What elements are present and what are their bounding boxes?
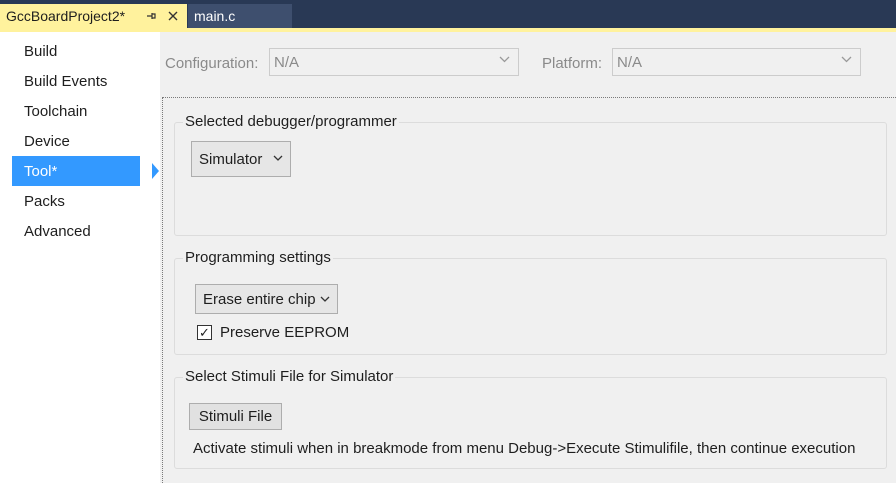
nav-item-tool[interactable]: Tool* [12,156,159,186]
nav-item-build[interactable]: Build [12,36,140,66]
nav-item-packs[interactable]: Packs [12,186,140,216]
stimuli-info-text: Activate stimuli when in breakmode from … [193,440,856,457]
preserve-eeprom-label[interactable]: Preserve EEPROM [220,324,349,341]
tab-label-project: GccBoardProject2* [6,8,126,24]
nav-item-label: Device [24,132,70,150]
programming-group-title: Programming settings [183,249,333,266]
chevron-down-icon [273,153,283,165]
platform-value: N/A [617,53,643,71]
chevron-down-icon [499,54,510,66]
erase-option-select[interactable]: Erase entire chip [195,284,338,314]
preserve-eeprom-checkbox[interactable]: ✓ [197,325,212,340]
nav-item-label: Build Events [24,72,108,90]
configuration-select: N/A [269,48,519,76]
tab-main-c[interactable]: main.c [188,4,292,28]
tab-gccboardproject2[interactable]: GccBoardProject2* [0,4,187,28]
nav-item-label: Tool* [24,162,58,180]
debugger-group-title: Selected debugger/programmer [183,113,399,130]
nav-item-toolchain[interactable]: Toolchain [12,96,140,126]
debugger-value: Simulator [199,150,263,168]
nav-item-label: Packs [24,192,65,210]
tab-label-main-c: main.c [194,8,236,24]
chevron-down-icon [320,294,330,306]
nav-item-advanced[interactable]: Advanced [12,216,140,246]
nav-item-label: Toolchain [24,102,88,120]
erase-option-value: Erase entire chip [203,290,316,308]
stimuli-file-button[interactable]: Stimuli File [189,403,282,430]
configuration-value: N/A [274,53,300,71]
debugger-select[interactable]: Simulator [191,141,291,177]
nav-item-label: Advanced [24,222,91,240]
nav-item-build-events[interactable]: Build Events [12,66,140,96]
stimuli-file-button-label: Stimuli File [198,408,273,425]
pin-icon[interactable] [141,6,161,26]
debugger-group: Selected debugger/programmer [174,113,887,236]
platform-label: Platform: [542,55,603,72]
property-nav: Build Build Events Toolchain Device Tool… [0,32,160,483]
platform-select: N/A [612,48,861,76]
nav-item-device[interactable]: Device [12,126,140,156]
check-icon: ✓ [199,325,210,340]
stimuli-group-title: Select Stimuli File for Simulator [183,368,396,385]
selection-arrow-icon [152,163,159,179]
chevron-down-icon [841,54,852,66]
nav-item-label: Build [24,42,58,60]
close-icon[interactable] [163,6,183,26]
configuration-label: Configuration: [165,55,259,72]
